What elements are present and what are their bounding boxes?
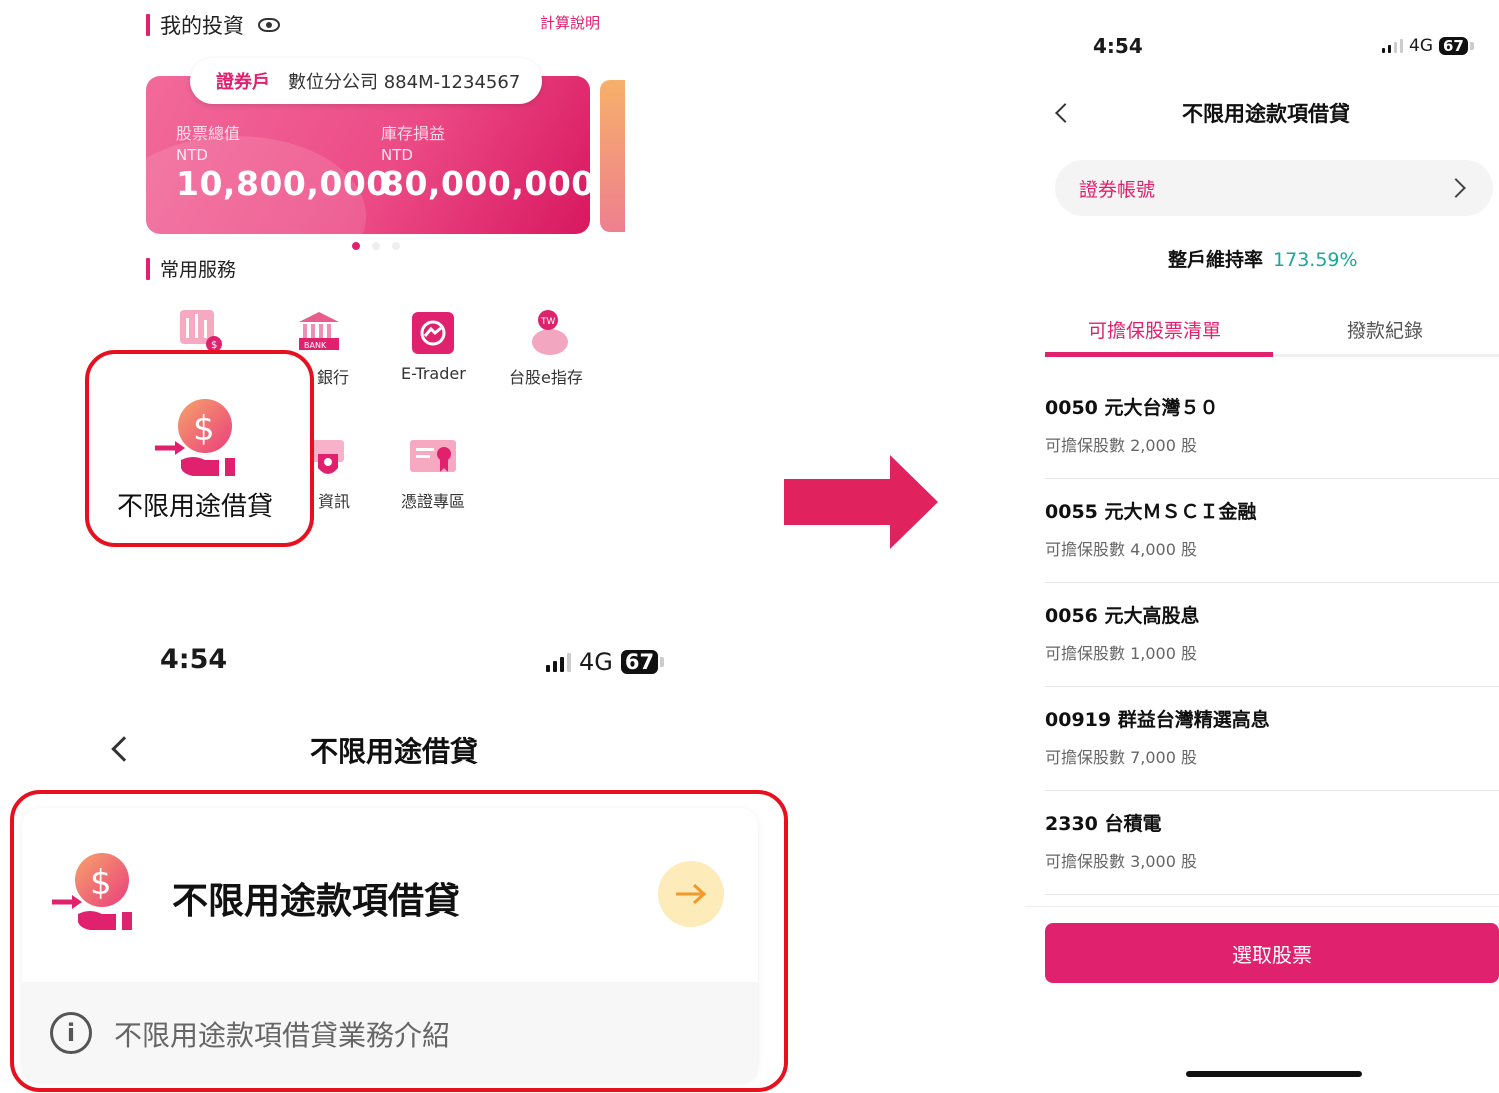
svg-text:$: $ bbox=[193, 409, 215, 449]
status-bar-icons: 4G 67 bbox=[546, 648, 665, 676]
status-time-right: 4:54 bbox=[1093, 34, 1143, 58]
securities-account-label: 證券帳號 bbox=[1079, 178, 1156, 201]
signal-icon bbox=[1382, 39, 1403, 53]
select-stock-button[interactable]: 選取股票 bbox=[1045, 923, 1499, 983]
stock-value: 10,800,000 bbox=[176, 164, 390, 203]
service-label-piggy: 台股e指存 bbox=[509, 368, 583, 387]
investment-title: 我的投資 bbox=[160, 14, 244, 38]
section-accent-bar bbox=[146, 257, 150, 280]
stock-qty: 可擔保股數 3,000 股 bbox=[1045, 852, 1197, 871]
divider bbox=[1045, 686, 1499, 687]
bank-icon: BANK bbox=[299, 312, 339, 350]
stock-qty: 可擔保股數 7,000 股 bbox=[1045, 748, 1197, 767]
stock-qty: 可擔保股數 4,000 股 bbox=[1045, 540, 1197, 559]
divider bbox=[1045, 582, 1499, 583]
list-item[interactable]: 0055 元大ＭＳＣＩ金融 可擔保股數 4,000 股 bbox=[1045, 497, 1499, 601]
stock-name: 0050 元大台灣５０ bbox=[1045, 397, 1219, 419]
stock-value-label: 股票總值 bbox=[176, 124, 241, 143]
carousel-dot bbox=[392, 242, 400, 250]
certificate-service[interactable] bbox=[410, 438, 458, 486]
stock-name: 2330 台積電 bbox=[1045, 813, 1162, 835]
stock-name: 00919 群益台灣精選高息 bbox=[1045, 709, 1270, 731]
services-title: 常用服務 bbox=[160, 259, 237, 281]
battery-icon: 67 bbox=[1439, 37, 1474, 55]
stock-chart-icon: $ bbox=[180, 310, 222, 352]
pnl-value: 80,000,000 bbox=[381, 164, 590, 203]
network-label: 4G bbox=[579, 648, 613, 676]
maintenance-ratio-label: 整戶維持率 bbox=[1168, 249, 1264, 271]
back-chevron-icon[interactable] bbox=[111, 736, 137, 762]
network-label: 4G bbox=[1409, 36, 1433, 56]
divider bbox=[1045, 478, 1499, 479]
divider bbox=[1045, 790, 1499, 791]
svg-text:BANK: BANK bbox=[304, 341, 327, 350]
eye-icon[interactable] bbox=[258, 18, 280, 32]
page-title: 不限用途借貸 bbox=[310, 735, 479, 768]
status-bar-icons-right: 4G 67 bbox=[1382, 36, 1474, 56]
stock-name: 0056 元大高股息 bbox=[1045, 605, 1200, 627]
service-label-info: 資訊 bbox=[318, 492, 351, 511]
certificate-icon bbox=[410, 440, 456, 472]
list-item[interactable]: 0050 元大台灣５０ 可擔保股數 2,000 股 bbox=[1045, 393, 1499, 497]
signal-icon bbox=[546, 652, 571, 672]
security-service[interactable] bbox=[312, 436, 344, 484]
bank-service[interactable]: BANK bbox=[297, 310, 341, 358]
investment-section-title: 我的投資 bbox=[146, 10, 280, 40]
maintenance-ratio: 整戶維持率 173.59% bbox=[1168, 245, 1358, 272]
etrader-icon bbox=[412, 312, 454, 354]
stock-qty: 可擔保股數 1,000 股 bbox=[1045, 644, 1197, 663]
forward-chevron-icon bbox=[1446, 178, 1466, 198]
pnl-currency: NTD bbox=[381, 146, 413, 164]
calc-explanation-link[interactable]: 計算說明 bbox=[540, 12, 600, 33]
service-label-bank: 銀行 bbox=[317, 368, 350, 387]
tab-collateral-list[interactable]: 可擔保股票清單 bbox=[1088, 316, 1221, 343]
loan-card-highlight bbox=[10, 790, 788, 1092]
loan-service-highlight[interactable]: $ 不限用途借貸 bbox=[85, 350, 314, 547]
loan-service-label: 不限用途借貸 bbox=[117, 492, 274, 522]
stock-name: 0055 元大ＭＳＣＩ金融 bbox=[1045, 501, 1257, 523]
next-account-card-peek[interactable] bbox=[600, 80, 625, 232]
piggy-bank-icon: TW bbox=[532, 310, 568, 355]
stock-chart-service[interactable]: $ bbox=[178, 308, 222, 356]
pnl-label: 庫存損益 bbox=[381, 124, 446, 143]
services-section-title: 常用服務 bbox=[146, 255, 236, 282]
arrow-right-icon bbox=[784, 455, 938, 549]
security-icon bbox=[312, 440, 344, 474]
carousel-dot bbox=[372, 242, 380, 250]
list-item[interactable]: 0056 元大高股息 可擔保股數 1,000 股 bbox=[1045, 601, 1499, 705]
home-indicator[interactable] bbox=[1186, 1071, 1362, 1077]
battery-icon: 67 bbox=[620, 650, 665, 674]
section-accent-bar bbox=[146, 14, 150, 36]
page-title-right: 不限用途款項借貸 bbox=[1182, 102, 1350, 126]
securities-account-selector[interactable]: 證券帳號 bbox=[1055, 160, 1493, 216]
account-type-label: 證券戶 bbox=[216, 72, 270, 93]
bottom-bar-divider bbox=[1025, 906, 1499, 907]
tab-active-indicator bbox=[1045, 352, 1273, 357]
status-time: 4:54 bbox=[160, 644, 228, 675]
account-number: 數位分公司 884M-1234567 bbox=[288, 72, 521, 93]
list-item[interactable]: 00919 群益台灣精選高息 可擔保股數 7,000 股 bbox=[1045, 705, 1499, 809]
account-pill[interactable]: 證券戶 數位分公司 884M-1234567 bbox=[190, 58, 542, 104]
divider bbox=[1045, 894, 1499, 895]
maintenance-ratio-value: 173.59% bbox=[1273, 249, 1358, 271]
loan-hand-icon: $ bbox=[155, 399, 235, 476]
etrader-service[interactable] bbox=[411, 311, 455, 359]
carousel-dots bbox=[352, 242, 400, 250]
carousel-dot-active bbox=[352, 242, 360, 250]
svg-text:TW: TW bbox=[540, 317, 555, 327]
stock-list: 0050 元大台灣５０ 可擔保股數 2,000 股 0055 元大ＭＳＣＩ金融 … bbox=[1045, 393, 1499, 913]
tab-disbursement-record[interactable]: 撥款紀錄 bbox=[1347, 316, 1423, 343]
piggy-service[interactable]: TW bbox=[526, 308, 574, 362]
service-label-certificate: 憑證專區 bbox=[401, 492, 466, 511]
service-label-etrader: E-Trader bbox=[401, 364, 466, 383]
stock-value-currency: NTD bbox=[176, 146, 208, 164]
stock-qty: 可擔保股數 2,000 股 bbox=[1045, 436, 1197, 455]
list-item[interactable]: 2330 台積電 可擔保股數 3,000 股 bbox=[1045, 809, 1499, 913]
back-chevron-icon[interactable] bbox=[1055, 103, 1075, 123]
